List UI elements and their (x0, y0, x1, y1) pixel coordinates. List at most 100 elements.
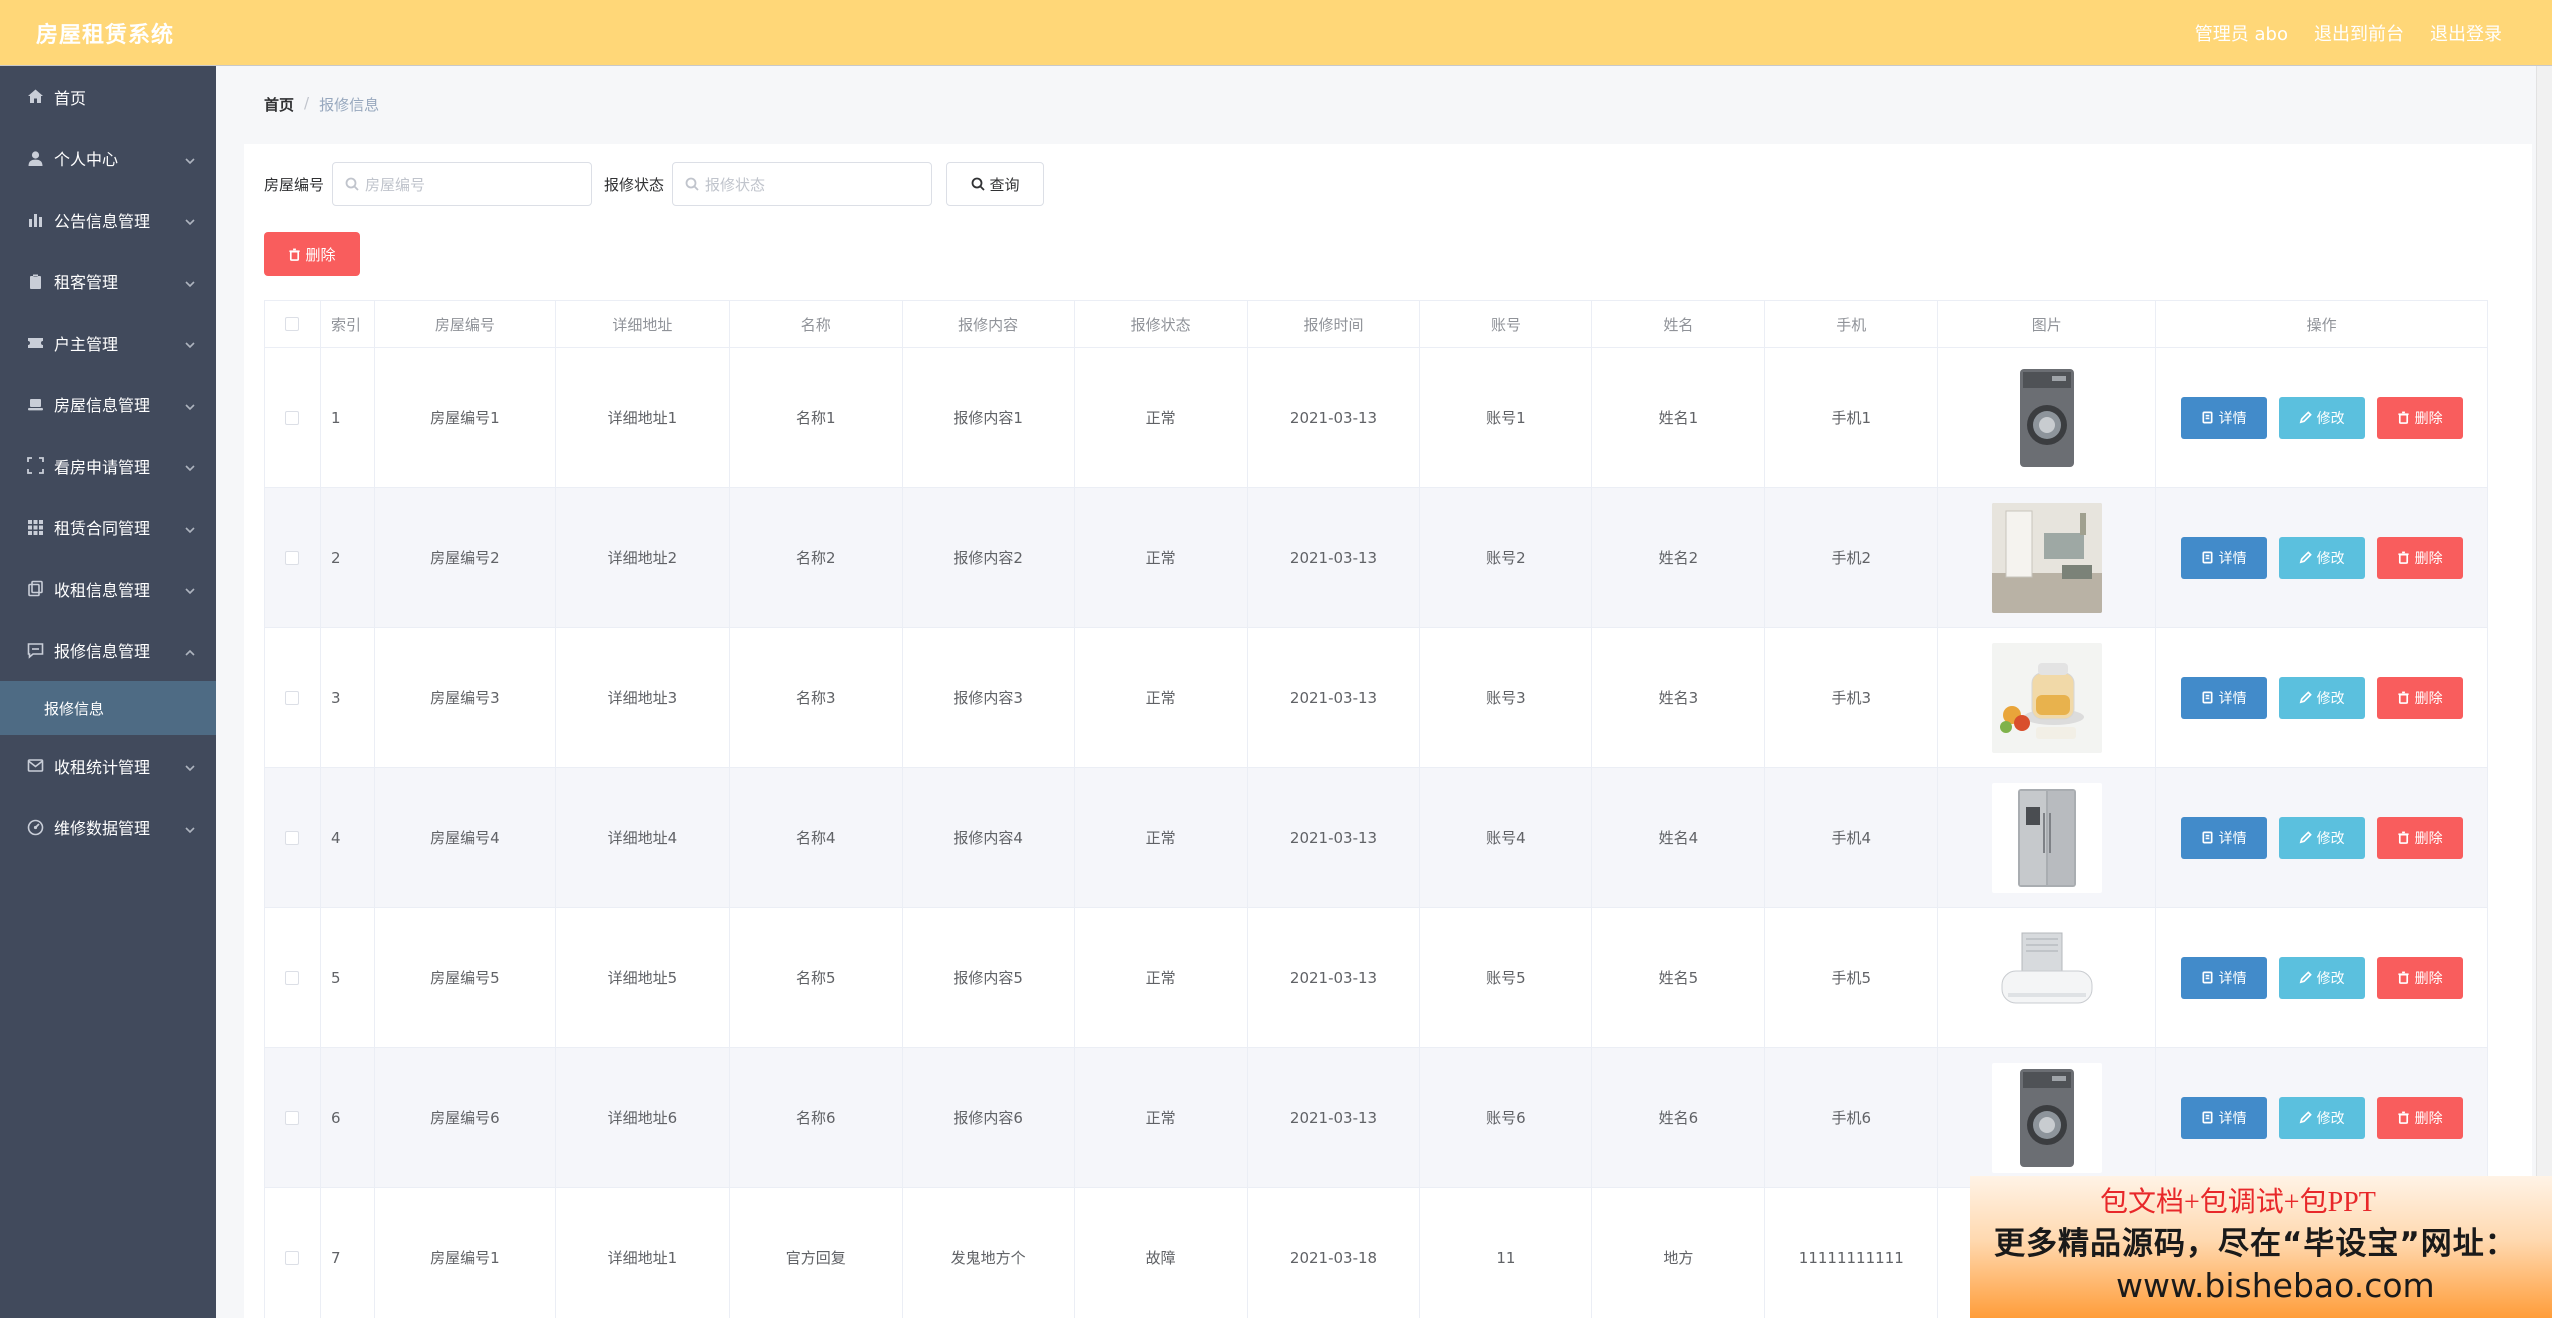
table-header-row: 索引 房屋编号 详细地址 名称 报修内容 报修状态 报修时间 账号 姓名 手机 图片 操作 (265, 301, 2488, 348)
row-checkbox[interactable] (285, 970, 300, 985)
cell-image (1938, 768, 2157, 907)
cell-status: 正常 (1075, 628, 1248, 767)
cell-status: 正常 (1075, 1048, 1248, 1187)
detail-button[interactable]: 详情 (2180, 676, 2267, 719)
detail-button[interactable]: 详情 (2180, 1096, 2267, 1139)
delete-button[interactable]: 删除 (2376, 1096, 2463, 1139)
sidebar-item-4[interactable]: 户主管理 (0, 312, 216, 374)
top-header: 房屋租赁系统 管理员 abo 退出到前台 退出登录 (0, 0, 2552, 66)
select-all-checkbox[interactable] (285, 317, 300, 331)
cell-person: 姓名3 (1592, 628, 1766, 767)
row-checkbox[interactable] (285, 1110, 300, 1125)
repair-status-input[interactable]: 报修状态 (672, 162, 933, 206)
cell-house-no: 房屋编号1 (375, 348, 556, 487)
cell-time: 2021-03-13 (1248, 768, 1421, 907)
ticket-icon (26, 334, 44, 352)
repair-content-header: 报修内容 (903, 301, 1075, 347)
query-button[interactable]: 查询 (946, 162, 1045, 206)
search-icon (685, 177, 699, 191)
delete-button[interactable]: 删除 (2376, 816, 2463, 859)
detail-button[interactable]: 详情 (2180, 816, 2267, 859)
sidebar-item-1[interactable]: 个人中心 (0, 128, 216, 190)
sidebar-item-6[interactable]: 看房申请管理 (0, 435, 216, 497)
cell-address: 详细地址1 (556, 348, 730, 487)
detail-button[interactable]: 详情 (2180, 396, 2267, 439)
edit-button[interactable]: 修改 (2278, 1096, 2365, 1139)
breadcrumb-separator: / (304, 94, 310, 112)
select-all-header[interactable] (265, 301, 321, 347)
breadcrumb-home[interactable]: 首页 (264, 94, 294, 115)
sidebar-item-label: 房屋信息管理 (54, 396, 151, 416)
batch-delete-button[interactable]: 删除 (264, 232, 360, 276)
edit-button[interactable]: 修改 (2278, 816, 2365, 859)
cell-index: 6 (321, 1048, 375, 1187)
washing-machine-image[interactable] (1991, 1062, 2102, 1173)
delete-button-label: 删除 (2414, 830, 2443, 847)
room-interior-image[interactable] (1991, 502, 2102, 613)
cell-content: 报修内容1 (903, 348, 1075, 487)
sidebar-item-10[interactable]: 收租统计管理 (0, 735, 216, 797)
sidebar-item-0[interactable]: 首页 (0, 66, 216, 128)
sidebar-item-3[interactable]: 租客管理 (0, 251, 216, 313)
repair-status-placeholder: 报修状态 (705, 175, 766, 194)
submenu-item-repair-info[interactable]: 报修信息 (0, 681, 216, 735)
washing-machine-image[interactable] (1991, 362, 2102, 473)
logout-link[interactable]: 退出登录 (2430, 20, 2502, 46)
edit-button[interactable]: 修改 (2278, 676, 2365, 719)
detail-button-label: 详情 (2218, 550, 2247, 567)
delete-button[interactable]: 删除 (2376, 536, 2463, 579)
cell-person: 姓名6 (1592, 1048, 1766, 1187)
row-checkbox[interactable] (285, 690, 300, 705)
sidebar-item-8[interactable]: 收租信息管理 (0, 558, 216, 620)
edit-button-label: 修改 (2316, 970, 2345, 987)
cell-phone: 手机1 (1765, 348, 1939, 487)
cell-phone: 11111111111 (1765, 1188, 1939, 1318)
trash-icon (289, 248, 301, 261)
phone-header: 手机 (1765, 301, 1939, 347)
house-number-input[interactable]: 房屋编号 (332, 162, 593, 206)
cell-house-no: 房屋编号4 (375, 768, 556, 907)
cell-name: 名称3 (730, 628, 903, 767)
cell-content: 报修内容6 (903, 1048, 1075, 1187)
account-header: 账号 (1420, 301, 1593, 347)
edit-button[interactable]: 修改 (2278, 396, 2365, 439)
delete-button[interactable]: 删除 (2376, 676, 2463, 719)
sidebar-item-5[interactable]: 房屋信息管理 (0, 374, 216, 436)
cell-content: 报修内容3 (903, 628, 1075, 767)
air-conditioner-image[interactable] (1991, 922, 2102, 1033)
edit-button[interactable]: 修改 (2278, 536, 2365, 579)
cell-person: 姓名4 (1592, 768, 1766, 907)
edit-button[interactable]: 修改 (2278, 956, 2365, 999)
promo-banner: 包文档+包调试+包PPT 更多精品源码，尽在“毕设宝”网址： www.bishe… (1970, 1176, 2552, 1318)
document-icon (2202, 1111, 2213, 1124)
sidebar-item-2[interactable]: 公告信息管理 (0, 189, 216, 251)
delete-button[interactable]: 删除 (2376, 396, 2463, 439)
detail-button[interactable]: 详情 (2180, 956, 2267, 999)
refrigerator-image[interactable] (1991, 782, 2102, 893)
cell-status: 故障 (1075, 1188, 1248, 1318)
sidebar-item-11[interactable]: 维修数据管理 (0, 797, 216, 859)
row-checkbox[interactable] (285, 550, 300, 565)
cell-account: 账号5 (1420, 908, 1593, 1047)
sidebar-item-9[interactable]: 报修信息管理 (0, 620, 216, 682)
row-checkbox[interactable] (285, 1250, 300, 1265)
cell-address: 详细地址3 (556, 628, 730, 767)
row-checkbox[interactable] (285, 410, 300, 425)
repair-time-header: 报修时间 (1248, 301, 1421, 347)
vertical-scrollbar[interactable] (2536, 66, 2552, 1318)
delete-button[interactable]: 删除 (2376, 956, 2463, 999)
detail-button-label: 详情 (2218, 410, 2247, 427)
mail-icon (26, 757, 44, 775)
sidebar-item-7[interactable]: 租赁合同管理 (0, 497, 216, 559)
app-title: 房屋租赁系统 (36, 23, 175, 48)
breadcrumb: 首页 / 报修信息 (264, 94, 379, 115)
table-row: 5 房屋编号5 详细地址5 名称5 报修内容5 正常 2021-03-13 账号5 姓名5 手机5… (265, 908, 2488, 1048)
cell-time: 2021-03-13 (1248, 488, 1421, 627)
row-select-cell (265, 1048, 321, 1187)
table-row: 4 房屋编号4 详细地址4 名称4 报修内容4 正常 2021-03-13 账号4 姓名4 手机4… (265, 768, 2488, 908)
row-checkbox[interactable] (285, 830, 300, 845)
exit-to-frontend-link[interactable]: 退出到前台 (2314, 20, 2404, 46)
health-kettle-image[interactable] (1991, 642, 2102, 753)
detail-button[interactable]: 详情 (2180, 536, 2267, 579)
house-number-label: 房屋编号 (264, 175, 325, 194)
